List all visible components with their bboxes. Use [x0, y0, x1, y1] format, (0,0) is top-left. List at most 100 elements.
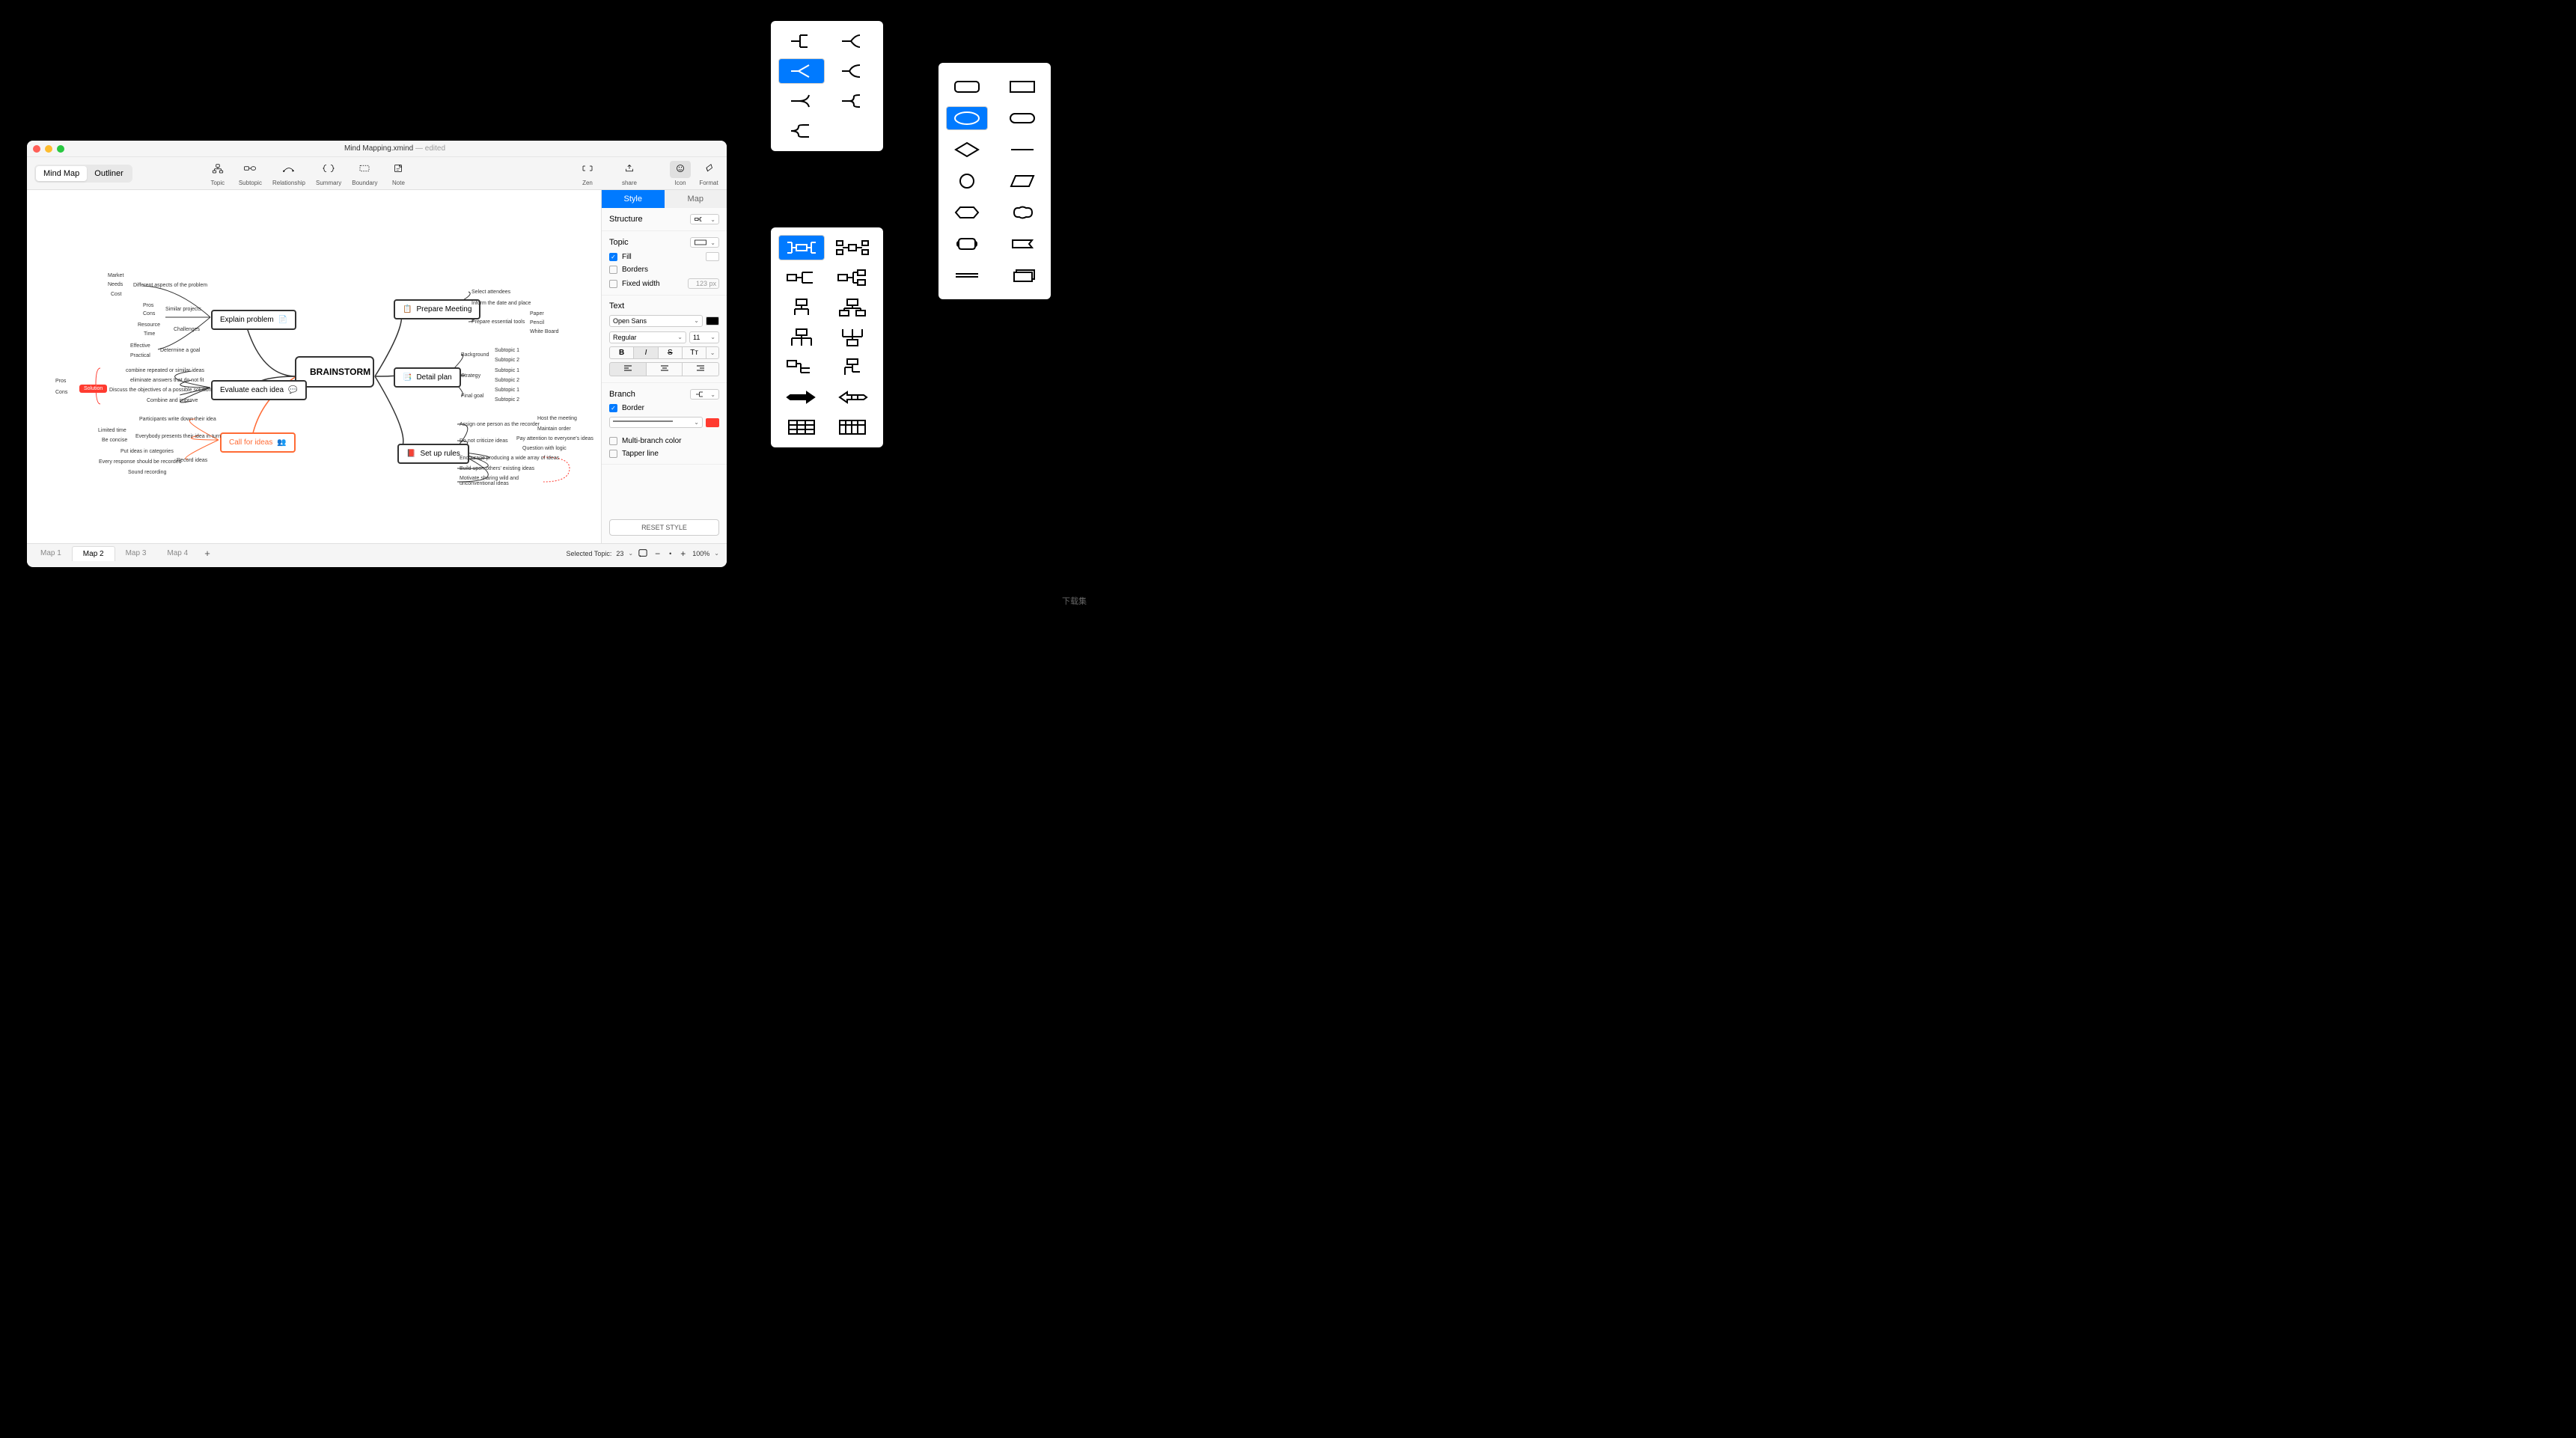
leaf[interactable]: Pay attention to everyone's ideas — [516, 436, 593, 441]
topic-tool[interactable]: Topic — [207, 161, 228, 186]
map-tab[interactable]: Map — [665, 190, 727, 208]
outline-icon[interactable] — [638, 548, 648, 559]
zoom-reset-button[interactable]: • — [667, 550, 674, 557]
align-center-button[interactable] — [647, 362, 683, 376]
map-tab-4[interactable]: Map 4 — [156, 546, 198, 560]
structure-option-1[interactable] — [778, 235, 825, 260]
align-right-button[interactable] — [683, 362, 719, 376]
strikethrough-button[interactable]: S — [659, 346, 683, 359]
leaf[interactable]: Cost — [111, 292, 121, 297]
leaf[interactable]: Discuss the objectives of a possible sol… — [109, 388, 212, 393]
structure-dropdown[interactable]: ⌄ — [690, 214, 719, 224]
shape-underline[interactable] — [1001, 138, 1043, 162]
leaf[interactable]: Assign one person as the recorder — [460, 422, 540, 427]
setup-rules-node[interactable]: 📕Set up rules — [397, 444, 469, 464]
leaf[interactable]: Maintain order — [537, 426, 571, 432]
borders-checkbox[interactable] — [609, 266, 617, 274]
maximize-traffic-light[interactable] — [57, 145, 64, 153]
leaf[interactable]: Encourage producing a wide array of idea… — [460, 456, 559, 461]
chevron-down-icon[interactable]: ⌄ — [628, 550, 633, 557]
leaf[interactable]: Subtopic 2 — [495, 397, 519, 403]
structure-option-12[interactable] — [829, 385, 876, 410]
note-tool[interactable]: Note — [388, 161, 409, 186]
solution-tag[interactable]: Solution — [79, 385, 107, 393]
shape-hexagon[interactable] — [946, 201, 988, 224]
font-family-select[interactable]: Open Sans⌄ — [609, 315, 703, 327]
structure-option-9[interactable] — [778, 355, 825, 380]
align-left-button[interactable] — [609, 362, 647, 376]
center-node[interactable]: BRAINSTORM — [295, 356, 374, 388]
fixedwidth-input[interactable]: 123 px — [688, 278, 719, 289]
shape-cloud[interactable] — [1001, 201, 1043, 224]
leaf[interactable]: Subtopic 1 — [495, 368, 519, 373]
leaf[interactable]: Subtopic 2 — [495, 378, 519, 383]
leaf[interactable]: White Board — [530, 329, 559, 334]
explain-problem-node[interactable]: Explain problem📄 — [211, 310, 296, 330]
mindmap-view-button[interactable]: Mind Map — [36, 166, 87, 181]
structure-option-5[interactable] — [778, 295, 825, 320]
leaf[interactable]: Practical — [130, 353, 150, 358]
leaf[interactable]: Background — [461, 352, 489, 358]
leaf[interactable]: Final goal — [461, 394, 483, 399]
map-tab-3[interactable]: Map 3 — [115, 546, 157, 560]
branch-style-dropdown[interactable]: ⌄ — [690, 389, 719, 400]
minimize-traffic-light[interactable] — [45, 145, 52, 153]
fixedwidth-checkbox[interactable] — [609, 280, 617, 288]
textcase-button[interactable]: Tт — [683, 346, 706, 359]
leaf[interactable]: Strategy — [461, 373, 480, 379]
leaf[interactable]: Select attendees — [471, 290, 510, 295]
tapper-checkbox[interactable] — [609, 450, 617, 458]
leaf[interactable]: Pencil — [530, 320, 544, 325]
shape-ellipse[interactable] — [946, 106, 988, 130]
leaf[interactable]: Challenges — [174, 327, 200, 332]
leaf[interactable]: Paper — [530, 311, 544, 316]
chevron-down-icon[interactable]: ⌄ — [714, 550, 719, 557]
leaf[interactable]: Motivate sharing wild and unconventional… — [460, 476, 542, 486]
leaf[interactable]: Build upon others' existing ideas — [460, 466, 534, 471]
shape-roundedhex[interactable] — [946, 232, 988, 256]
leaf[interactable]: Limited time — [98, 428, 126, 433]
leaf[interactable]: Cons — [55, 390, 67, 395]
shape-doubleunderline[interactable] — [946, 263, 988, 287]
leaf[interactable]: Subtopic 1 — [495, 388, 519, 393]
structure-option-8[interactable] — [829, 325, 876, 350]
leaf[interactable]: Subtopic 1 — [495, 348, 519, 353]
subtopic-tool[interactable]: Subtopic — [239, 161, 262, 186]
leaf[interactable]: Do not criticize ideas — [460, 438, 508, 444]
leaf[interactable]: Put ideas in categories — [120, 449, 174, 454]
structure-option-6[interactable] — [829, 295, 876, 320]
structure-option-7[interactable] — [778, 325, 825, 350]
leaf[interactable]: eliminate answers that do not fit — [130, 378, 204, 383]
leaf[interactable]: Needs — [108, 282, 123, 287]
style-tab[interactable]: Style — [602, 190, 665, 208]
structure-option-13[interactable] — [778, 414, 825, 440]
map-tab-2[interactable]: Map 2 — [72, 546, 115, 561]
branch-option-2[interactable] — [829, 28, 876, 54]
structure-option-14[interactable] — [829, 414, 876, 440]
branch-option-7[interactable] — [778, 118, 825, 144]
leaf[interactable]: Inform the date and place — [471, 301, 531, 306]
evaluate-idea-node[interactable]: Evaluate each idea💬 — [211, 380, 307, 400]
leaf[interactable]: Subtopic 2 — [495, 358, 519, 363]
add-map-button[interactable]: + — [198, 545, 216, 562]
shape-roundrect[interactable] — [946, 75, 988, 99]
detail-plan-node[interactable]: 📑Detail plan — [394, 367, 461, 388]
icon-tool[interactable]: Icon — [670, 161, 691, 186]
shape-parallelogram[interactable] — [1001, 169, 1043, 193]
shape-singlerect[interactable] — [1001, 232, 1043, 256]
structure-option-11[interactable] — [778, 385, 825, 410]
leaf[interactable]: Host the meeting — [537, 416, 577, 421]
fill-color-swatch[interactable] — [706, 252, 719, 261]
branch-option-3[interactable] — [778, 58, 825, 84]
branch-option-4[interactable] — [829, 58, 876, 84]
close-traffic-light[interactable] — [33, 145, 40, 153]
leaf[interactable]: Time — [144, 331, 155, 337]
leaf[interactable]: Sound recording — [128, 470, 166, 475]
zoom-in-button[interactable]: + — [678, 548, 688, 559]
structure-option-3[interactable] — [778, 265, 825, 290]
fill-checkbox[interactable]: ✓ — [609, 253, 617, 261]
leaf[interactable]: Pros — [143, 303, 153, 308]
boundary-tool[interactable]: Boundary — [352, 161, 377, 186]
shape-capsule[interactable] — [1001, 106, 1043, 130]
italic-button[interactable]: I — [634, 346, 658, 359]
